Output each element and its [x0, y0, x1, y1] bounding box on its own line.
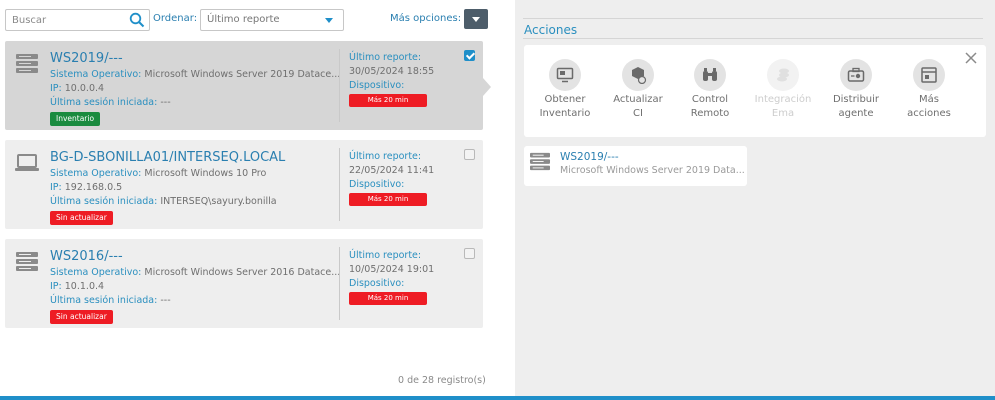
device-ip: IP: 10.1.0.4 [50, 281, 105, 292]
action-label: Obtener [544, 94, 586, 105]
bottom-accent-bar [0, 396, 995, 400]
device-label: Dispositivo: [349, 278, 405, 289]
device-label: Dispositivo: [349, 80, 405, 91]
sort-dropdown-value: Último reporte [207, 14, 280, 25]
action-label: acciones [907, 108, 951, 119]
laptop-icon [15, 152, 39, 174]
action-label: agente [838, 108, 874, 119]
card-divider [339, 247, 340, 320]
status-badge: Inventario [50, 112, 101, 126]
device-title[interactable]: BG-D-SBONILLA01/INTERSEQ.LOCAL [50, 150, 285, 165]
report-label: Último reporte: [349, 151, 422, 162]
device-session: Última sesión iniciada: --- [50, 97, 171, 108]
selected-device-card[interactable]: WS2019/--- Microsoft Windows Server 2019… [524, 146, 747, 186]
action-label: CI [633, 108, 643, 119]
action-distribute-agent[interactable]: Distribuir agente [819, 59, 893, 129]
report-label: Último reporte: [349, 52, 422, 63]
action-label: Más [919, 94, 939, 105]
status-badge: Sin actualizar [50, 310, 113, 324]
coins-icon [767, 59, 799, 91]
report-value: 22/05/2024 11:41 [349, 165, 435, 176]
search-input[interactable] [6, 10, 124, 30]
device-os: Sistema Operativo: Microsoft Windows Ser… [50, 69, 341, 80]
server-icon [529, 152, 551, 172]
device-ip: IP: 192.168.0.5 [50, 182, 123, 193]
app-root: Ordenar: Último reporte Más opciones: WS… [0, 0, 995, 400]
action-get-inventory[interactable]: Obtener Inventario [528, 59, 602, 129]
device-checkbox[interactable] [464, 248, 475, 259]
action-label: Control [691, 94, 729, 105]
action-more-actions[interactable]: Más acciones [892, 59, 966, 129]
device-checkbox[interactable] [464, 50, 475, 61]
device-title[interactable]: WS2016/--- [50, 249, 123, 264]
device-status-badge: Más 20 min [349, 292, 427, 305]
actions-pane: Acciones Obtener Inventario Actualizar CI [515, 0, 995, 396]
chevron-down-icon [325, 18, 333, 23]
briefcase-gear-icon [840, 59, 872, 91]
divider [523, 38, 983, 39]
more-options-label: Más opciones: [390, 13, 462, 24]
action-remote-control[interactable]: Control Remoto [673, 59, 747, 129]
monitor-icon [549, 59, 581, 91]
list-toolbar: Ordenar: Último reporte Más opciones: [5, 9, 490, 31]
sort-dropdown[interactable]: Último reporte [200, 9, 344, 31]
chevron-down-icon [472, 17, 480, 22]
action-label: Ema [771, 108, 795, 119]
report-label: Último reporte: [349, 250, 422, 261]
device-card[interactable]: WS2016/--- Sistema Operativo: Microsoft … [5, 239, 483, 328]
action-label: Remoto [690, 108, 730, 119]
selected-device-subtitle: Microsoft Windows Server 2019 Data... [560, 165, 745, 176]
action-ema-integration: Integración Ema [746, 59, 820, 129]
action-label: Distribuir [832, 94, 880, 105]
action-update-ci[interactable]: Actualizar CI [601, 59, 675, 129]
server-icon [15, 53, 39, 75]
device-status-badge: Más 20 min [349, 94, 427, 107]
more-options-button[interactable] [464, 9, 488, 29]
status-badge: Sin actualizar [50, 211, 113, 225]
report-value: 30/05/2024 18:55 [349, 66, 435, 77]
search-icon[interactable] [129, 12, 145, 28]
record-count: 0 de 28 registro(s) [398, 375, 486, 386]
report-value: 10/05/2024 19:01 [349, 264, 435, 275]
card-divider [339, 148, 340, 221]
device-ip: IP: 10.0.0.4 [50, 83, 105, 94]
device-title[interactable]: WS2019/--- [50, 51, 123, 66]
actions-box: Obtener Inventario Actualizar CI Control Re… [524, 45, 986, 137]
sort-label: Ordenar: [153, 13, 198, 24]
device-list-pane: Ordenar: Último reporte Más opciones: WS… [0, 0, 515, 396]
divider [523, 18, 983, 19]
device-checkbox[interactable] [464, 149, 475, 160]
card-divider [339, 49, 340, 122]
device-session: Última sesión iniciada: --- [50, 295, 171, 306]
device-card[interactable]: BG-D-SBONILLA01/INTERSEQ.LOCAL Sistema O… [5, 140, 483, 229]
window-icon [913, 59, 945, 91]
selection-pointer [483, 78, 491, 96]
close-icon[interactable] [964, 51, 978, 65]
device-session: Última sesión iniciada: INTERSEQ\sayury.… [50, 196, 277, 207]
device-label: Dispositivo: [349, 179, 405, 190]
cube-refresh-icon [622, 59, 654, 91]
selected-device-title[interactable]: WS2019/--- [560, 151, 619, 163]
action-label: Actualizar [613, 94, 663, 105]
binoculars-icon [694, 59, 726, 91]
action-label: Inventario [539, 108, 591, 119]
action-label: Integración [754, 94, 812, 105]
actions-title: Acciones [524, 23, 578, 37]
device-os: Sistema Operativo: Microsoft Windows 10 … [50, 168, 267, 179]
server-icon [15, 251, 39, 273]
device-card[interactable]: WS2019/--- Sistema Operativo: Microsoft … [5, 41, 483, 130]
device-status-badge: Más 20 min [349, 193, 427, 206]
device-os: Sistema Operativo: Microsoft Windows Ser… [50, 267, 341, 278]
search-box[interactable] [5, 9, 150, 31]
